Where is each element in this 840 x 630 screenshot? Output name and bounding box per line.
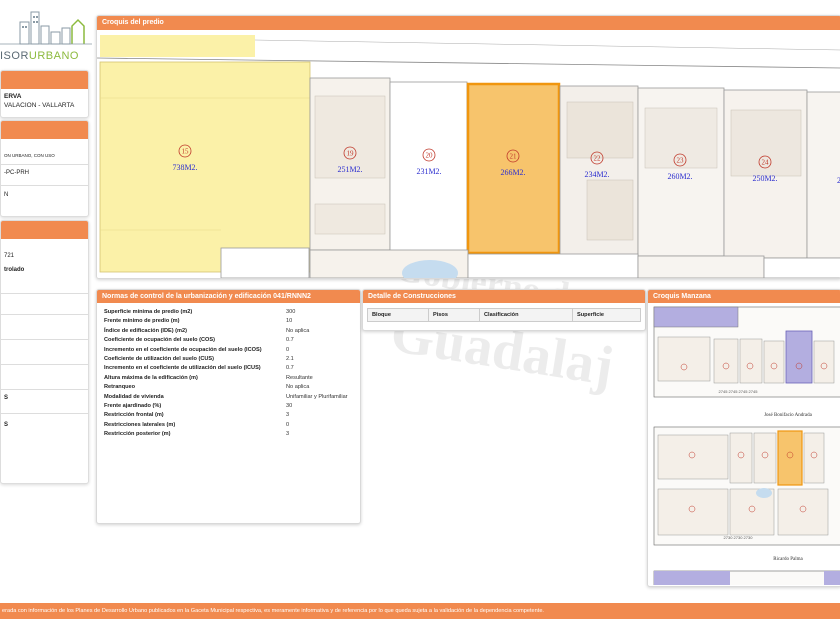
construcciones-panel: Detalle de Construcciones Bloque Pisos C… <box>362 289 646 331</box>
svg-text:2730 2730 2730: 2730 2730 2730 <box>724 535 754 540</box>
normas-row: Frente ajardinado (%) 30 <box>104 403 355 412</box>
normas-value: 0.7 <box>286 337 294 344</box>
lot-number: 19 <box>347 150 355 158</box>
lot-number: 24 <box>762 159 770 167</box>
lot-area: 234M2. <box>584 170 609 179</box>
lot-number: 23 <box>677 157 685 165</box>
lot-area: 231M2. <box>416 167 441 176</box>
svg-text:2745 2745 2745 2745: 2745 2745 2745 2745 <box>719 389 759 394</box>
footer-disclaimer: erada con información de los Planes de D… <box>0 603 840 619</box>
lot-area: 250M2. <box>752 174 777 183</box>
normas-row: Restricción frontal (m) 3 <box>104 412 355 421</box>
normas-value: No aplica <box>286 384 310 391</box>
sidebar-card-header <box>1 221 88 239</box>
manzana-panel: Croquis Manzana 2745 2745 2745 2745 José… <box>647 289 840 587</box>
normas-label: Modalidad de vivienda <box>104 393 164 400</box>
normas-row: Índice de edificación (IDE) (m2) No aplic… <box>104 328 355 337</box>
normas-row: Superficie mínima de predio (m2) 300 <box>104 309 355 318</box>
normas-label: Superficie mínima de predio (m2) <box>104 309 193 315</box>
lot-15[interactable] <box>99 61 311 273</box>
sidebar-card-header <box>1 121 88 139</box>
sidebar-card-details: 721 trolado S S <box>0 220 89 484</box>
normas-row: Coeficiente de utilización del suelo (CU… <box>104 356 355 365</box>
normas-row: Restricción posterior (m) 3 <box>104 431 355 440</box>
normas-value: 0.7 <box>286 365 294 372</box>
normas-value: 10 <box>286 318 293 325</box>
manzana-map[interactable]: 2745 2745 2745 2745 José Bonifacio Andra… <box>648 303 840 585</box>
normas-label: Incremento en el coeficiente de utilizac… <box>104 365 261 372</box>
manzana-street-1: José Bonifacio Andrada <box>764 413 813 418</box>
sidebar-detail-line: 721 <box>4 253 15 259</box>
app-logo[interactable]: ISORURBANO <box>0 8 92 62</box>
croquis-predio-panel: Croquis del predio 15 738M2. 19 251M2. 2… <box>96 15 840 279</box>
normas-label: Coeficiente de ocupación del suelo (COS) <box>104 337 215 344</box>
sidebar-location-line: ERVA <box>4 93 22 100</box>
sidebar-location-line: VALACION - VALLARTA <box>4 102 75 109</box>
sidebar-zoning-line: N <box>4 192 9 198</box>
construcciones-header-row: Bloque Pisos Clasificación Superficie <box>367 308 641 322</box>
sidebar-detail-line: S <box>4 395 9 401</box>
normas-label: Restricción posterior (m) <box>104 431 171 438</box>
sidebar-zoning-line: -PC-PRH <box>4 170 29 176</box>
lot-25[interactable] <box>806 91 840 259</box>
normas-row: Incremento en el coeficiente de ocupació… <box>104 347 355 356</box>
normas-row: Restricciones laterales (m) 0 <box>104 422 355 431</box>
normas-label: Frente mínimo de predio (m) <box>104 318 180 325</box>
normas-title: Normas de control de la urbanización y e… <box>97 290 360 303</box>
normas-label: Restricciones laterales (m) <box>104 421 176 428</box>
normas-row: Incremento en el coeficiente de utilizac… <box>104 365 355 374</box>
column-bloque: Bloque <box>368 309 429 321</box>
normas-value: 0 <box>286 346 290 353</box>
normas-label: Restricción frontal (m) <box>104 412 164 419</box>
normas-value: 3 <box>286 431 290 438</box>
normas-row: Frente mínimo de predio (m) 10 <box>104 318 355 327</box>
lot-area: 266M2. <box>500 168 525 177</box>
normas-row: Modalidad de vivienda Unifamiliar y Pluri… <box>104 394 355 403</box>
normas-table: Superficie mínima de predio (m2) 300 Frent… <box>104 309 355 440</box>
manzana-title: Croquis Manzana <box>648 290 840 303</box>
croquis-predio-title: Croquis del predio <box>97 16 840 30</box>
normas-value: 3 <box>286 412 290 419</box>
normas-label: Altura máxima de la edificación (m) <box>104 374 198 381</box>
lot-number: 20 <box>426 152 434 160</box>
normas-value: Unifamiliar y Plurifamiliar <box>286 393 348 400</box>
normas-row: Altura máxima de la edificación (m) Resul… <box>104 375 355 384</box>
normas-value: Resultante <box>286 374 313 381</box>
normas-label: Incremento en el coeficiente de ocupació… <box>104 346 262 353</box>
column-superficie: Superficie <box>577 312 605 318</box>
lot-number: 21 <box>510 153 518 161</box>
lot-area: 260M2. <box>667 172 692 181</box>
logo-text: ISORURBANO <box>0 50 79 62</box>
manzana-selected-lot-top[interactable] <box>785 330 813 384</box>
normas-value: No aplica <box>286 327 310 334</box>
lot-number: 22 <box>594 155 602 163</box>
sidebar-card-header <box>1 71 88 89</box>
normas-label: Retranqueo <box>104 384 136 391</box>
normas-value: 30 <box>286 402 293 409</box>
normas-value: 2.1 <box>286 355 294 362</box>
lot-area: 251M2. <box>337 165 362 174</box>
sidebar-card-zoning: ON URBANO, CON USO -PC-PRH N <box>0 120 89 217</box>
normas-value: 300 <box>286 309 296 315</box>
sidebar-detail-line: S <box>4 422 9 428</box>
sidebar-zoning-line: ON URBANO, CON USO <box>4 153 55 158</box>
lot-area: 738M2. <box>172 163 197 172</box>
normas-panel: Normas de control de la urbanización y e… <box>96 289 361 524</box>
sidebar-card-location: ERVA VALACION - VALLARTA <box>0 70 89 118</box>
normas-label: Coeficiente de utilización del suelo (CU… <box>104 355 215 362</box>
lot-number: 15 <box>182 148 190 156</box>
croquis-predio-map[interactable]: 15 738M2. 19 251M2. 20 231M2. 21 266M2. 22 234M2.… <box>97 30 840 278</box>
skyline-icon <box>0 11 92 45</box>
normas-label: Frente ajardinado (%) <box>104 402 162 409</box>
manzana-street-2: Ricardo Palma <box>773 557 803 562</box>
normas-value: 0 <box>286 421 290 428</box>
column-pisos: Pisos <box>429 309 480 321</box>
sidebar-detail-line: trolado <box>4 267 25 273</box>
normas-label: Índice de edificación (IDE) (m2) <box>104 327 187 334</box>
column-clasificacion: Clasificación <box>480 309 573 321</box>
normas-row: Coeficiente de ocupación del suelo (COS)… <box>104 337 355 346</box>
normas-row: Retranqueo No aplica <box>104 384 355 393</box>
construcciones-title: Detalle de Construcciones <box>363 290 645 303</box>
